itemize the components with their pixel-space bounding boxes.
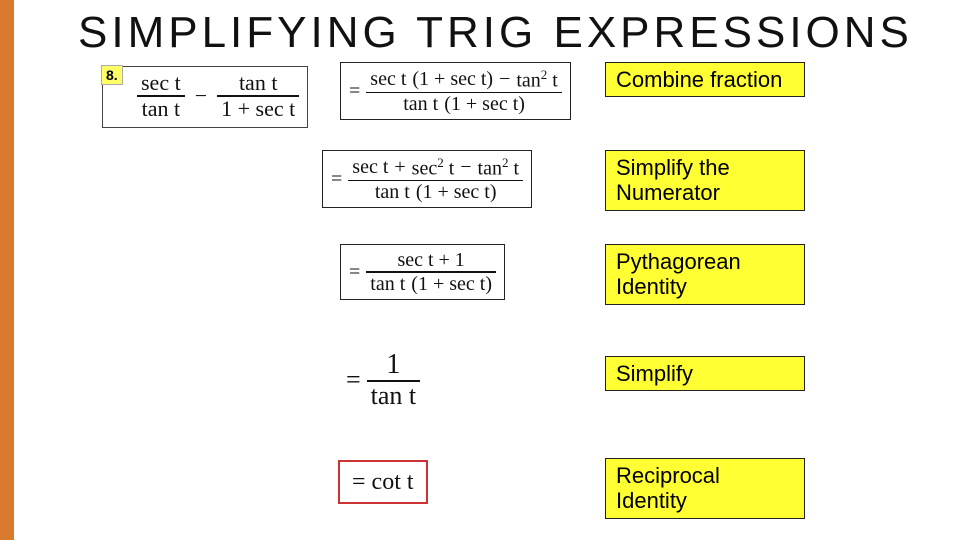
question-number: 8. (101, 65, 123, 85)
step1-frac: sec t (1 + sec t) − tan2 t tan t (1 + se… (366, 67, 562, 115)
problem-frac1: sec t tan t (137, 71, 185, 121)
label-simplify: Simplify (605, 356, 805, 391)
label-reciprocal-identity: Reciprocal Identity (605, 458, 805, 519)
equals-sign: = (346, 367, 361, 393)
equals-sign: = (352, 470, 366, 494)
equals-sign: = (349, 262, 360, 282)
step-4: = 1 tan t (346, 350, 420, 410)
step-1-box: = sec t (1 + sec t) − tan2 t tan t (1 + … (340, 62, 571, 120)
problem-frac2: tan t 1 + sec t (217, 71, 299, 121)
page-title: SIMPLIFYING TRIG EXPRESSIONS (78, 8, 913, 58)
label-simplify-numerator: Simplify the Numerator (605, 150, 805, 211)
label-combine-fraction: Combine fraction (605, 62, 805, 97)
step-2-box: = sec t + sec2 t − tan2 t tan t (1 + sec… (322, 150, 532, 208)
accent-bar (0, 0, 14, 540)
step2-frac: sec t + sec2 t − tan2 t tan t (1 + sec t… (348, 155, 523, 203)
step-3-box: = sec t + 1 tan t (1 + sec t) (340, 244, 505, 300)
problem-box: 8. sec t tan t − tan t 1 + sec t (102, 66, 308, 128)
equals-sign: = (349, 81, 360, 101)
step3-frac: sec t + 1 tan t (1 + sec t) (366, 249, 496, 295)
step4-frac: 1 tan t (367, 350, 421, 410)
final-expression: cot t (372, 470, 414, 494)
minus-sign: − (191, 85, 211, 107)
final-answer-box: = cot t (338, 460, 428, 504)
equals-sign: = (331, 169, 342, 189)
label-pythagorean-identity: Pythagorean Identity (605, 244, 805, 305)
